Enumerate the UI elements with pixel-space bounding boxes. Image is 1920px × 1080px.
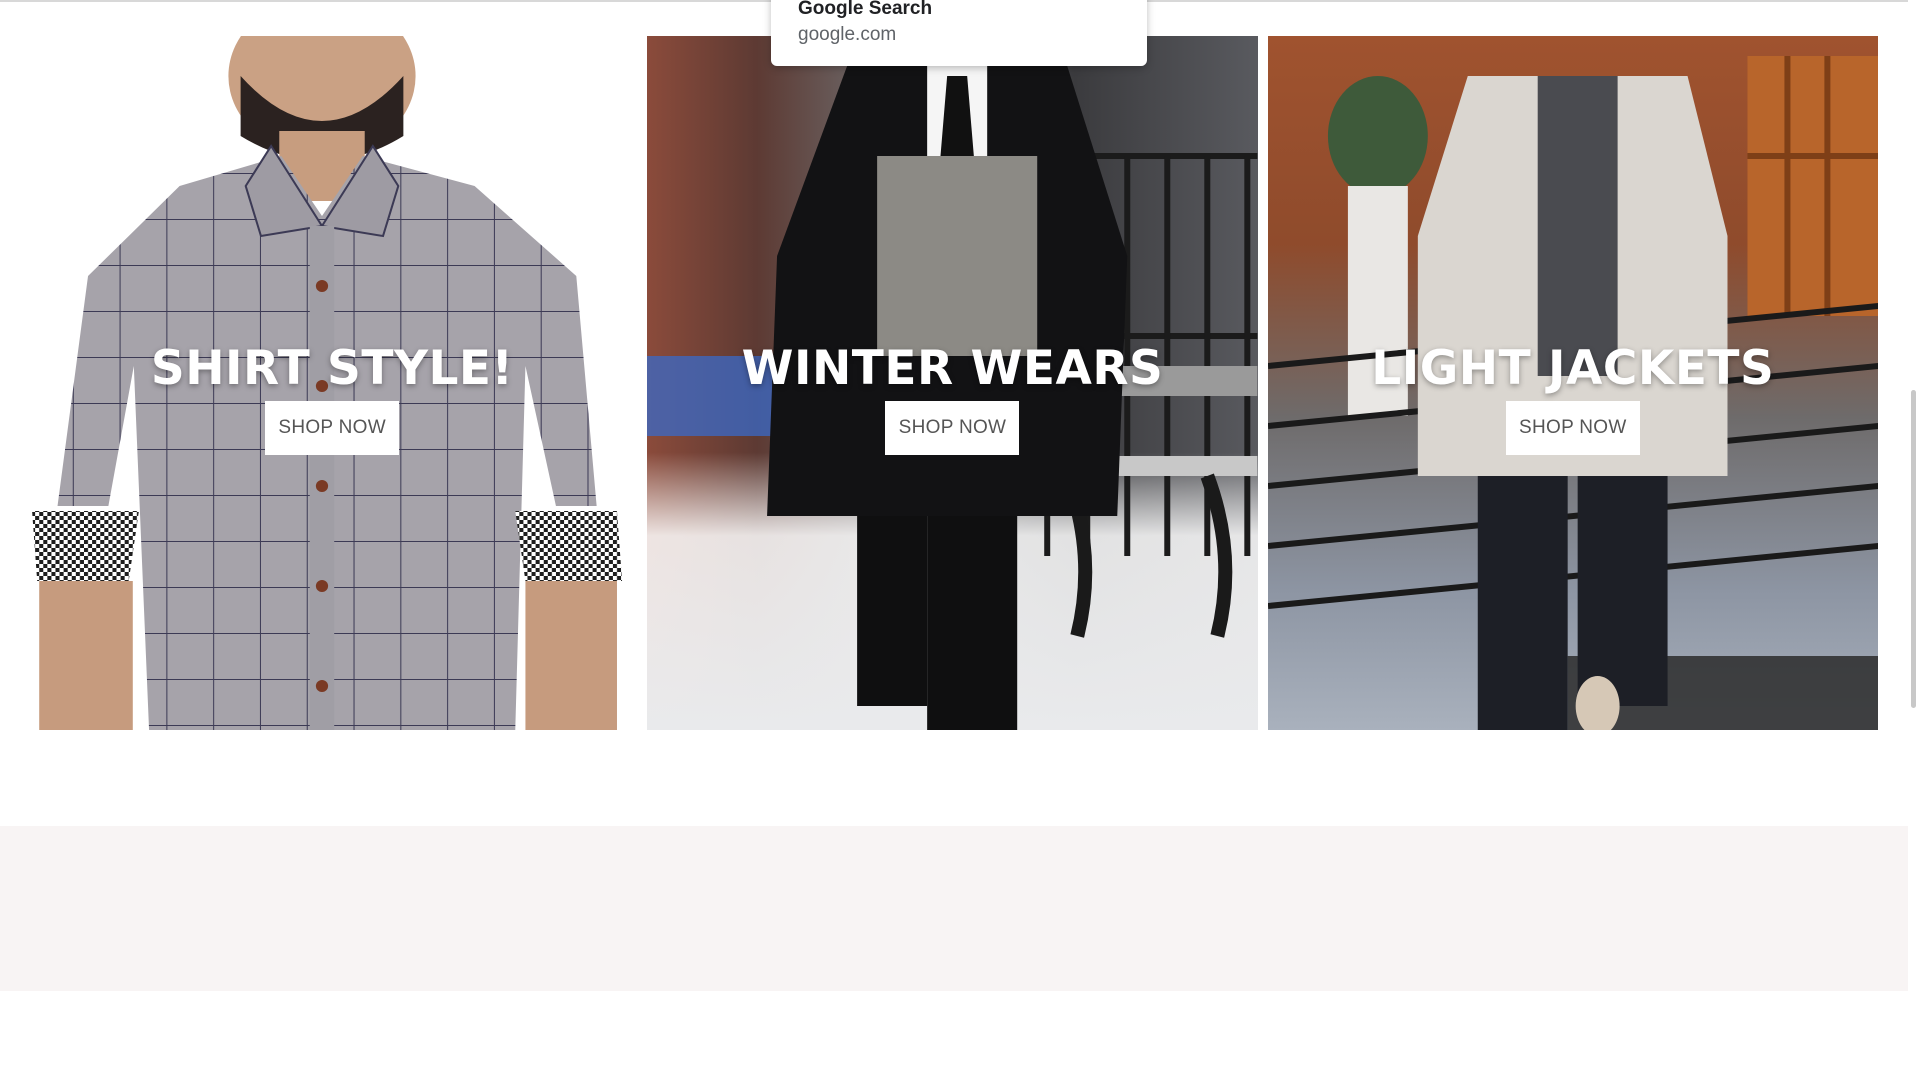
suggestion-url: google.com [798, 24, 897, 45]
banner-title: WINTER WEARS [741, 341, 1164, 396]
banner-winter-wears[interactable]: WINTER WEARS SHOP NOW [647, 36, 1258, 730]
autocomplete-suggestion[interactable]: Google Search google.com [771, 0, 1147, 66]
banner-title: SHIRT STYLE! [150, 341, 514, 396]
footer-band [0, 826, 1908, 991]
banner-title: LIGHT JACKETS [1371, 341, 1775, 396]
banner-light-jackets[interactable]: LIGHT JACKETS SHOP NOW [1267, 36, 1878, 730]
shop-now-button[interactable]: SHOP NOW [1505, 401, 1640, 455]
suggestion-title: Google Search [798, 0, 933, 19]
vertical-scrollbar[interactable] [1908, 0, 1920, 1080]
promo-banner-row: SHIRT STYLE! SHOP NOW WINTER WEARS SHOP … [27, 36, 1878, 730]
scrollbar-thumb[interactable] [1911, 390, 1916, 708]
shop-now-button[interactable]: SHOP NOW [885, 401, 1020, 455]
banner-shirt-style[interactable]: SHIRT STYLE! SHOP NOW [27, 36, 638, 730]
shop-now-button[interactable]: SHOP NOW [265, 401, 400, 455]
